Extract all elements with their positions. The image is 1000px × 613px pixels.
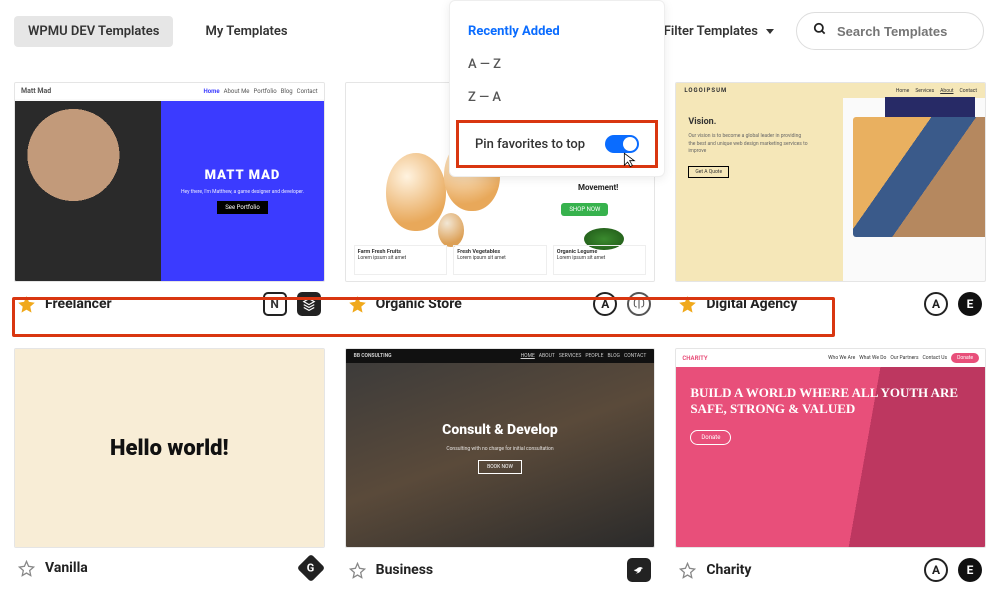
favorite-star-icon[interactable] <box>349 296 366 313</box>
pin-favorites-row: Pin favorites to top <box>456 120 658 168</box>
favorite-star-icon[interactable] <box>349 562 366 579</box>
pin-favorites-toggle[interactable] <box>605 135 639 153</box>
template-thumbnail: LOGOIPSUM Home Services About Contact Vi… <box>675 82 986 282</box>
card-footer: Digital Agency A E <box>675 282 986 326</box>
template-title: Digital Agency <box>706 296 797 312</box>
template-thumbnail: BB CONSULTING HOME ABOUT SERVICES PEOPLE… <box>345 348 656 548</box>
thumb-brand: Matt Mad <box>21 87 51 95</box>
filter-label: Filter Templates <box>664 24 758 39</box>
template-title: Vanilla <box>45 560 88 576</box>
template-title: Organic Store <box>376 296 462 312</box>
template-title: Charity <box>706 562 751 578</box>
template-thumbnail: Hello world! <box>14 348 325 548</box>
builder-badge-bird-icon <box>627 558 651 582</box>
search-templates[interactable] <box>796 12 984 50</box>
card-footer: Vanilla G <box>14 548 325 588</box>
favorite-star-icon[interactable] <box>679 296 696 313</box>
template-title: Business <box>376 562 433 578</box>
card-footer: Organic Store A <box>345 282 656 326</box>
template-card-digital-agency[interactable]: LOGOIPSUM Home Services About Contact Vi… <box>675 82 986 326</box>
builder-badge-brain-icon <box>627 292 651 316</box>
sort-dropdown: Recently Added A — Z Z — A Pin favorites… <box>449 0 665 177</box>
tab-wpmudev-templates[interactable]: WPMU DEV Templates <box>14 16 173 47</box>
builder-badge-astra-icon: A <box>593 292 617 316</box>
card-footer: Business <box>345 548 656 592</box>
search-input[interactable] <box>837 24 967 39</box>
search-icon <box>813 22 827 40</box>
sort-recently-added[interactable]: Recently Added <box>450 15 664 48</box>
card-footer: Charity A E <box>675 548 986 592</box>
tab-my-templates[interactable]: My Templates <box>191 16 301 47</box>
template-card-freelancer[interactable]: Matt Mad Home About Me Portfolio Blog Co… <box>14 82 325 326</box>
template-thumbnail: CHARITY Who We Are What We Do Our Partne… <box>675 348 986 548</box>
template-card-charity[interactable]: CHARITY Who We Are What We Do Our Partne… <box>675 348 986 592</box>
template-thumbnail: Matt Mad Home About Me Portfolio Blog Co… <box>14 82 325 282</box>
builder-badge-gutenberg-icon: G <box>297 554 325 582</box>
builder-badge-elementor-icon: E <box>958 292 982 316</box>
favorite-star-icon[interactable] <box>18 560 35 577</box>
card-footer: Freelancer N <box>14 282 325 326</box>
builder-badge-elementor-icon: E <box>958 558 982 582</box>
favorite-star-icon[interactable] <box>18 296 35 313</box>
builder-badge-n-icon: N <box>263 292 287 316</box>
filter-templates-dropdown[interactable]: Filter Templates <box>660 16 778 47</box>
template-card-vanilla[interactable]: Hello world! Vanilla G <box>14 348 325 592</box>
builder-badge-layers-icon <box>297 292 321 316</box>
pin-favorites-label: Pin favorites to top <box>475 137 585 152</box>
sort-a-z[interactable]: A — Z <box>450 48 664 81</box>
builder-badge-astra-icon: A <box>924 558 948 582</box>
builder-badge-astra-icon: A <box>924 292 948 316</box>
sort-z-a[interactable]: Z — A <box>450 81 664 114</box>
chevron-down-icon <box>766 29 774 34</box>
favorite-star-icon[interactable] <box>679 562 696 579</box>
template-title: Freelancer <box>45 296 112 312</box>
template-card-business[interactable]: BB CONSULTING HOME ABOUT SERVICES PEOPLE… <box>345 348 656 592</box>
cursor-icon <box>621 151 637 173</box>
